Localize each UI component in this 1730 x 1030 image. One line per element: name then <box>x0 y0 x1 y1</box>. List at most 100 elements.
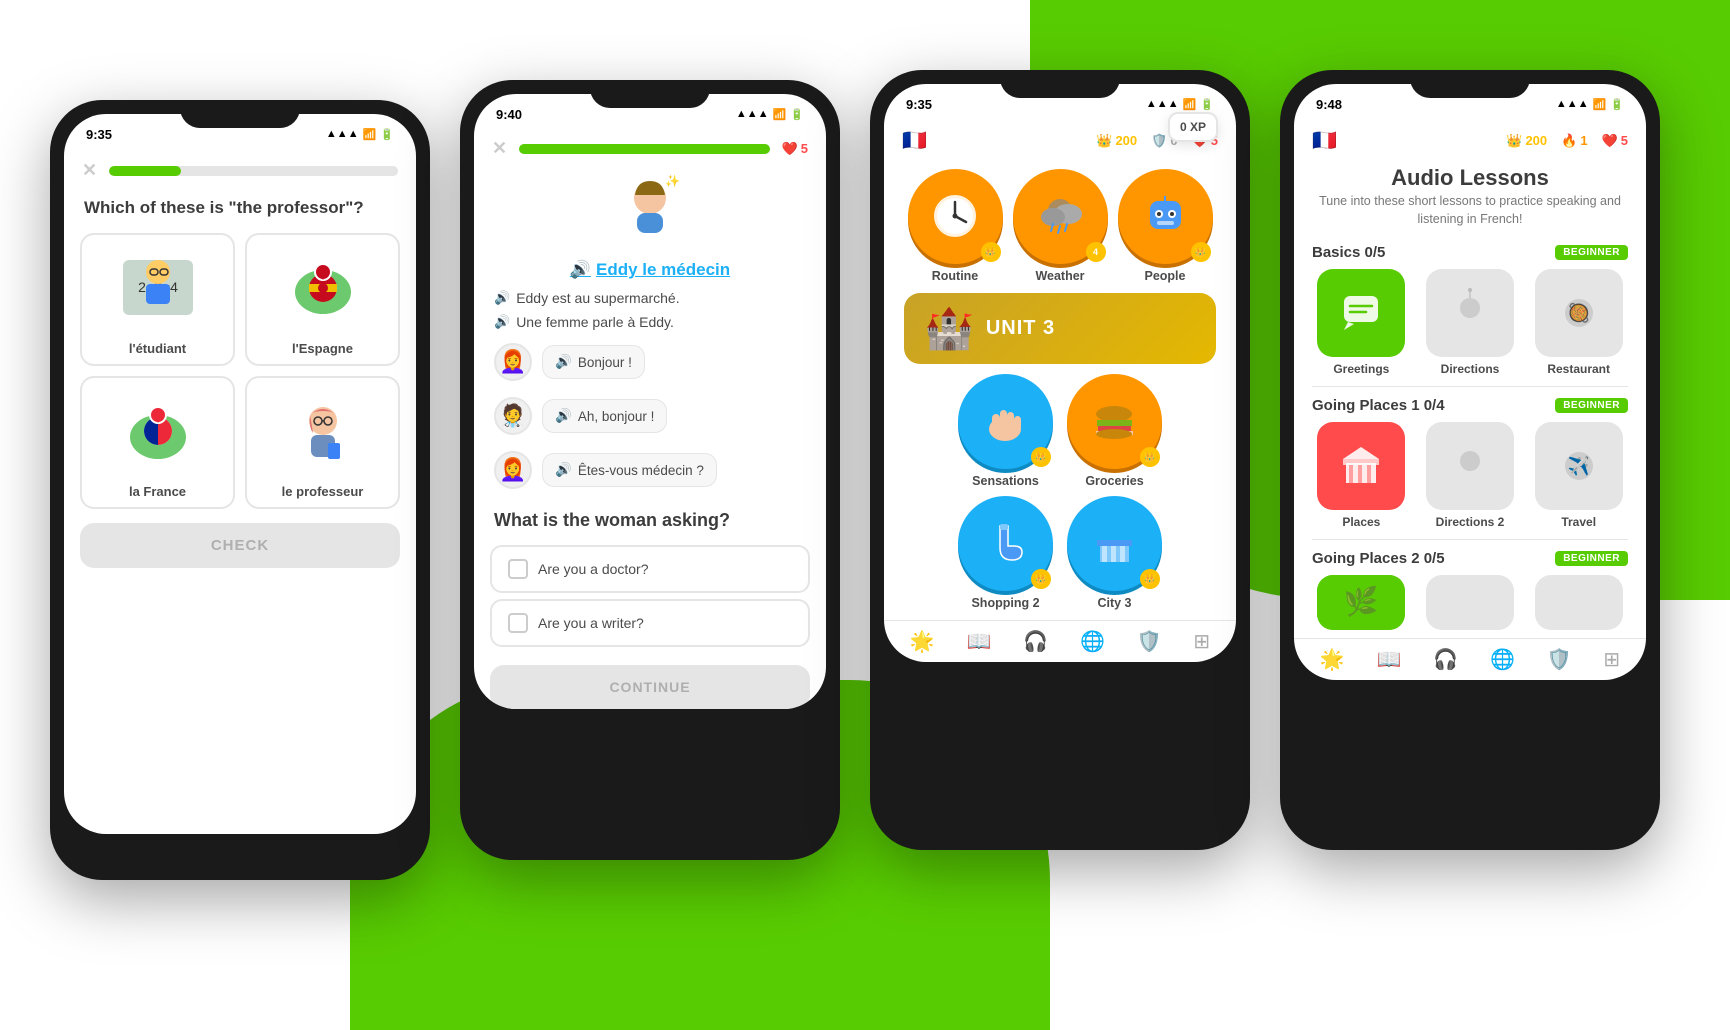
bubble-audio-1[interactable]: 🔊 <box>555 354 572 370</box>
status-icons-2: ▲▲▲ 📶 🔋 <box>736 108 804 121</box>
quiz-options-grid: 2+2=4 l'étudiant <box>64 233 416 509</box>
travel-label: Travel <box>1561 515 1596 529</box>
phone-audio-lessons: 9:48 ▲▲▲ 📶 🔋 🇫🇷 👑 200 🔥 1 <box>1280 70 1660 850</box>
lesson-city3[interactable]: 👑 City 3 <box>1067 496 1162 610</box>
nav-book-4[interactable]: 📖 <box>1377 647 1402 672</box>
dialogue-header: ✕ ❤️ 5 <box>474 130 826 167</box>
dialogue-lines: 🔊 Eddy est au supermarché. 🔊 Une femme p… <box>474 290 826 330</box>
nav-home-3[interactable]: 🌟 <box>910 629 935 654</box>
going2-card-1-img: 🌿 <box>1317 575 1405 630</box>
audio-card-directions2[interactable]: Directions 2 <box>1421 422 1520 529</box>
nav-book-3[interactable]: 📖 <box>967 629 992 654</box>
audio-card-going2-2[interactable] <box>1421 575 1520 630</box>
dialogue-close-button[interactable]: ✕ <box>492 138 507 159</box>
heart-icon: ❤️ <box>782 141 798 157</box>
shopping2-label: Shopping 2 <box>971 596 1039 610</box>
flag-icon-4: 🇫🇷 <box>1312 128 1337 153</box>
nav-home-4[interactable]: 🌟 <box>1320 647 1345 672</box>
quiz-option-img-1: 2+2=4 <box>90 245 225 335</box>
quiz-option-img-3 <box>90 388 225 478</box>
speech-row-1: 👩‍🦰 🔊 Bonjour ! <box>474 338 826 386</box>
beginner-badge-going1: BEGINNER <box>1555 398 1628 413</box>
svg-text:✈️: ✈️ <box>1567 455 1589 476</box>
answer-option-2[interactable]: Are you a writer? <box>490 599 810 647</box>
phone-lessons-map: 9:35 ▲▲▲ 📶 🔋 🇫🇷 👑 200 🛡️ 0 <box>870 70 1250 850</box>
nav-globe-4[interactable]: 🌐 <box>1490 647 1515 672</box>
nav-globe-3[interactable]: 🌐 <box>1080 629 1105 654</box>
character-avatar: ✨ <box>615 173 685 256</box>
phone-2-inner: 9:40 ▲▲▲ 📶 🔋 ✕ ❤️ 5 <box>474 94 826 709</box>
lesson-shopping2[interactable]: 👑 Shopping 2 <box>958 496 1053 610</box>
crown-icon-4: 👑 <box>1506 133 1522 149</box>
audio-card-places[interactable]: Places <box>1312 422 1411 529</box>
audio-icon-char[interactable]: 🔊 <box>570 260 591 280</box>
wifi-icon-2: 📶 <box>773 108 787 121</box>
status-time-4: 9:48 <box>1316 97 1342 112</box>
wifi-icon: 📶 <box>363 128 377 141</box>
phone-quiz: 9:35 ▲▲▲ 📶 🔋 ✕ Which of these is "the pr… <box>50 100 430 880</box>
going2-card-3-img <box>1535 575 1623 630</box>
lesson-weather[interactable]: 4 Weather <box>1013 169 1108 283</box>
lesson-sensations[interactable]: 👑 Sensations <box>958 374 1053 488</box>
audio-line-icon-1[interactable]: 🔊 <box>494 290 510 306</box>
continue-button[interactable]: CONTINUE <box>490 665 810 709</box>
nav-shield-3[interactable]: 🛡️ <box>1137 629 1162 654</box>
quiz-option-3[interactable]: la France <box>80 376 235 509</box>
directions2-card-img <box>1426 422 1514 510</box>
audio-card-going2-1[interactable]: 🌿 <box>1312 575 1411 630</box>
quiz-option-4[interactable]: le professeur <box>245 376 400 509</box>
places-card-img <box>1317 422 1405 510</box>
progress-bar-container <box>109 166 398 176</box>
audio-card-going2-3[interactable] <box>1529 575 1628 630</box>
close-button[interactable]: ✕ <box>82 160 97 181</box>
nav-headphones-4[interactable]: 🎧 <box>1433 647 1458 672</box>
quiz-header: ✕ <box>64 150 416 187</box>
audio-card-greetings[interactable]: Greetings <box>1312 269 1411 376</box>
svg-text:🥘: 🥘 <box>1567 302 1589 324</box>
people-label: People <box>1145 269 1186 283</box>
status-icons-1: ▲▲▲ 📶 🔋 <box>326 128 394 141</box>
section-divider-1 <box>1312 386 1628 387</box>
audio-card-directions[interactable]: Directions <box>1421 269 1520 376</box>
nav-grid-3[interactable]: ⊞ <box>1193 629 1210 654</box>
speech-avatar-1: 👩‍🦰 <box>494 343 532 381</box>
answer-checkbox-1[interactable] <box>508 559 528 579</box>
svg-text:🌿: 🌿 <box>1344 585 1379 618</box>
lessons-row-1: 👑 Routine <box>884 165 1236 287</box>
nav-grid-4[interactable]: ⊞ <box>1603 647 1620 672</box>
signal-icon: ▲▲▲ <box>326 128 359 140</box>
crown-score-3: 👑 200 <box>1096 133 1137 149</box>
groceries-label: Groceries <box>1085 474 1143 488</box>
nav-shield-4[interactable]: 🛡️ <box>1547 647 1572 672</box>
audio-card-travel[interactable]: ✈️ Travel <box>1529 422 1628 529</box>
quiz-option-1[interactable]: 2+2=4 l'étudiant <box>80 233 235 366</box>
lesson-people[interactable]: 👑 People <box>1118 169 1213 283</box>
sensations-label: Sensations <box>972 474 1039 488</box>
city3-crown-badge: 👑 <box>1140 569 1160 589</box>
lesson-groceries[interactable]: 👑 Groceries <box>1067 374 1162 488</box>
unit-banner[interactable]: 🏰 UNIT 3 <box>904 293 1216 364</box>
status-time-3: 9:35 <box>906 97 932 112</box>
bubble-audio-2[interactable]: 🔊 <box>555 408 572 424</box>
unit-text: UNIT 3 <box>986 317 1055 340</box>
status-time-1: 9:35 <box>86 127 112 142</box>
quiz-option-2[interactable]: l'Espagne <box>245 233 400 366</box>
battery-icon: 🔋 <box>380 128 394 141</box>
dialogue-progress-bar <box>519 144 769 154</box>
character-section: ✨ 🔊 Eddy le médecin <box>474 167 826 290</box>
battery-icon-3: 🔋 <box>1200 98 1214 111</box>
bubble-audio-3[interactable]: 🔊 <box>555 462 572 478</box>
audio-line-icon-2[interactable]: 🔊 <box>494 314 510 330</box>
audio-card-restaurant[interactable]: 🥘 Restaurant <box>1529 269 1628 376</box>
lessons-row-2: 👑 Sensations <box>884 370 1236 492</box>
notch-3 <box>1000 70 1120 98</box>
status-icons-4: ▲▲▲ 📶 🔋 <box>1556 98 1624 111</box>
check-button[interactable]: CHECK <box>80 523 400 568</box>
answer-checkbox-2[interactable] <box>508 613 528 633</box>
beginner-badge-basics: BEGINNER <box>1555 245 1628 260</box>
nav-headphones-3[interactable]: 🎧 <box>1023 629 1048 654</box>
speech-avatar-2: 🧑‍⚕️ <box>494 397 532 435</box>
svg-text:✨: ✨ <box>665 174 680 188</box>
answer-option-1[interactable]: Are you a doctor? <box>490 545 810 593</box>
lesson-routine[interactable]: 👑 Routine <box>908 169 1003 283</box>
